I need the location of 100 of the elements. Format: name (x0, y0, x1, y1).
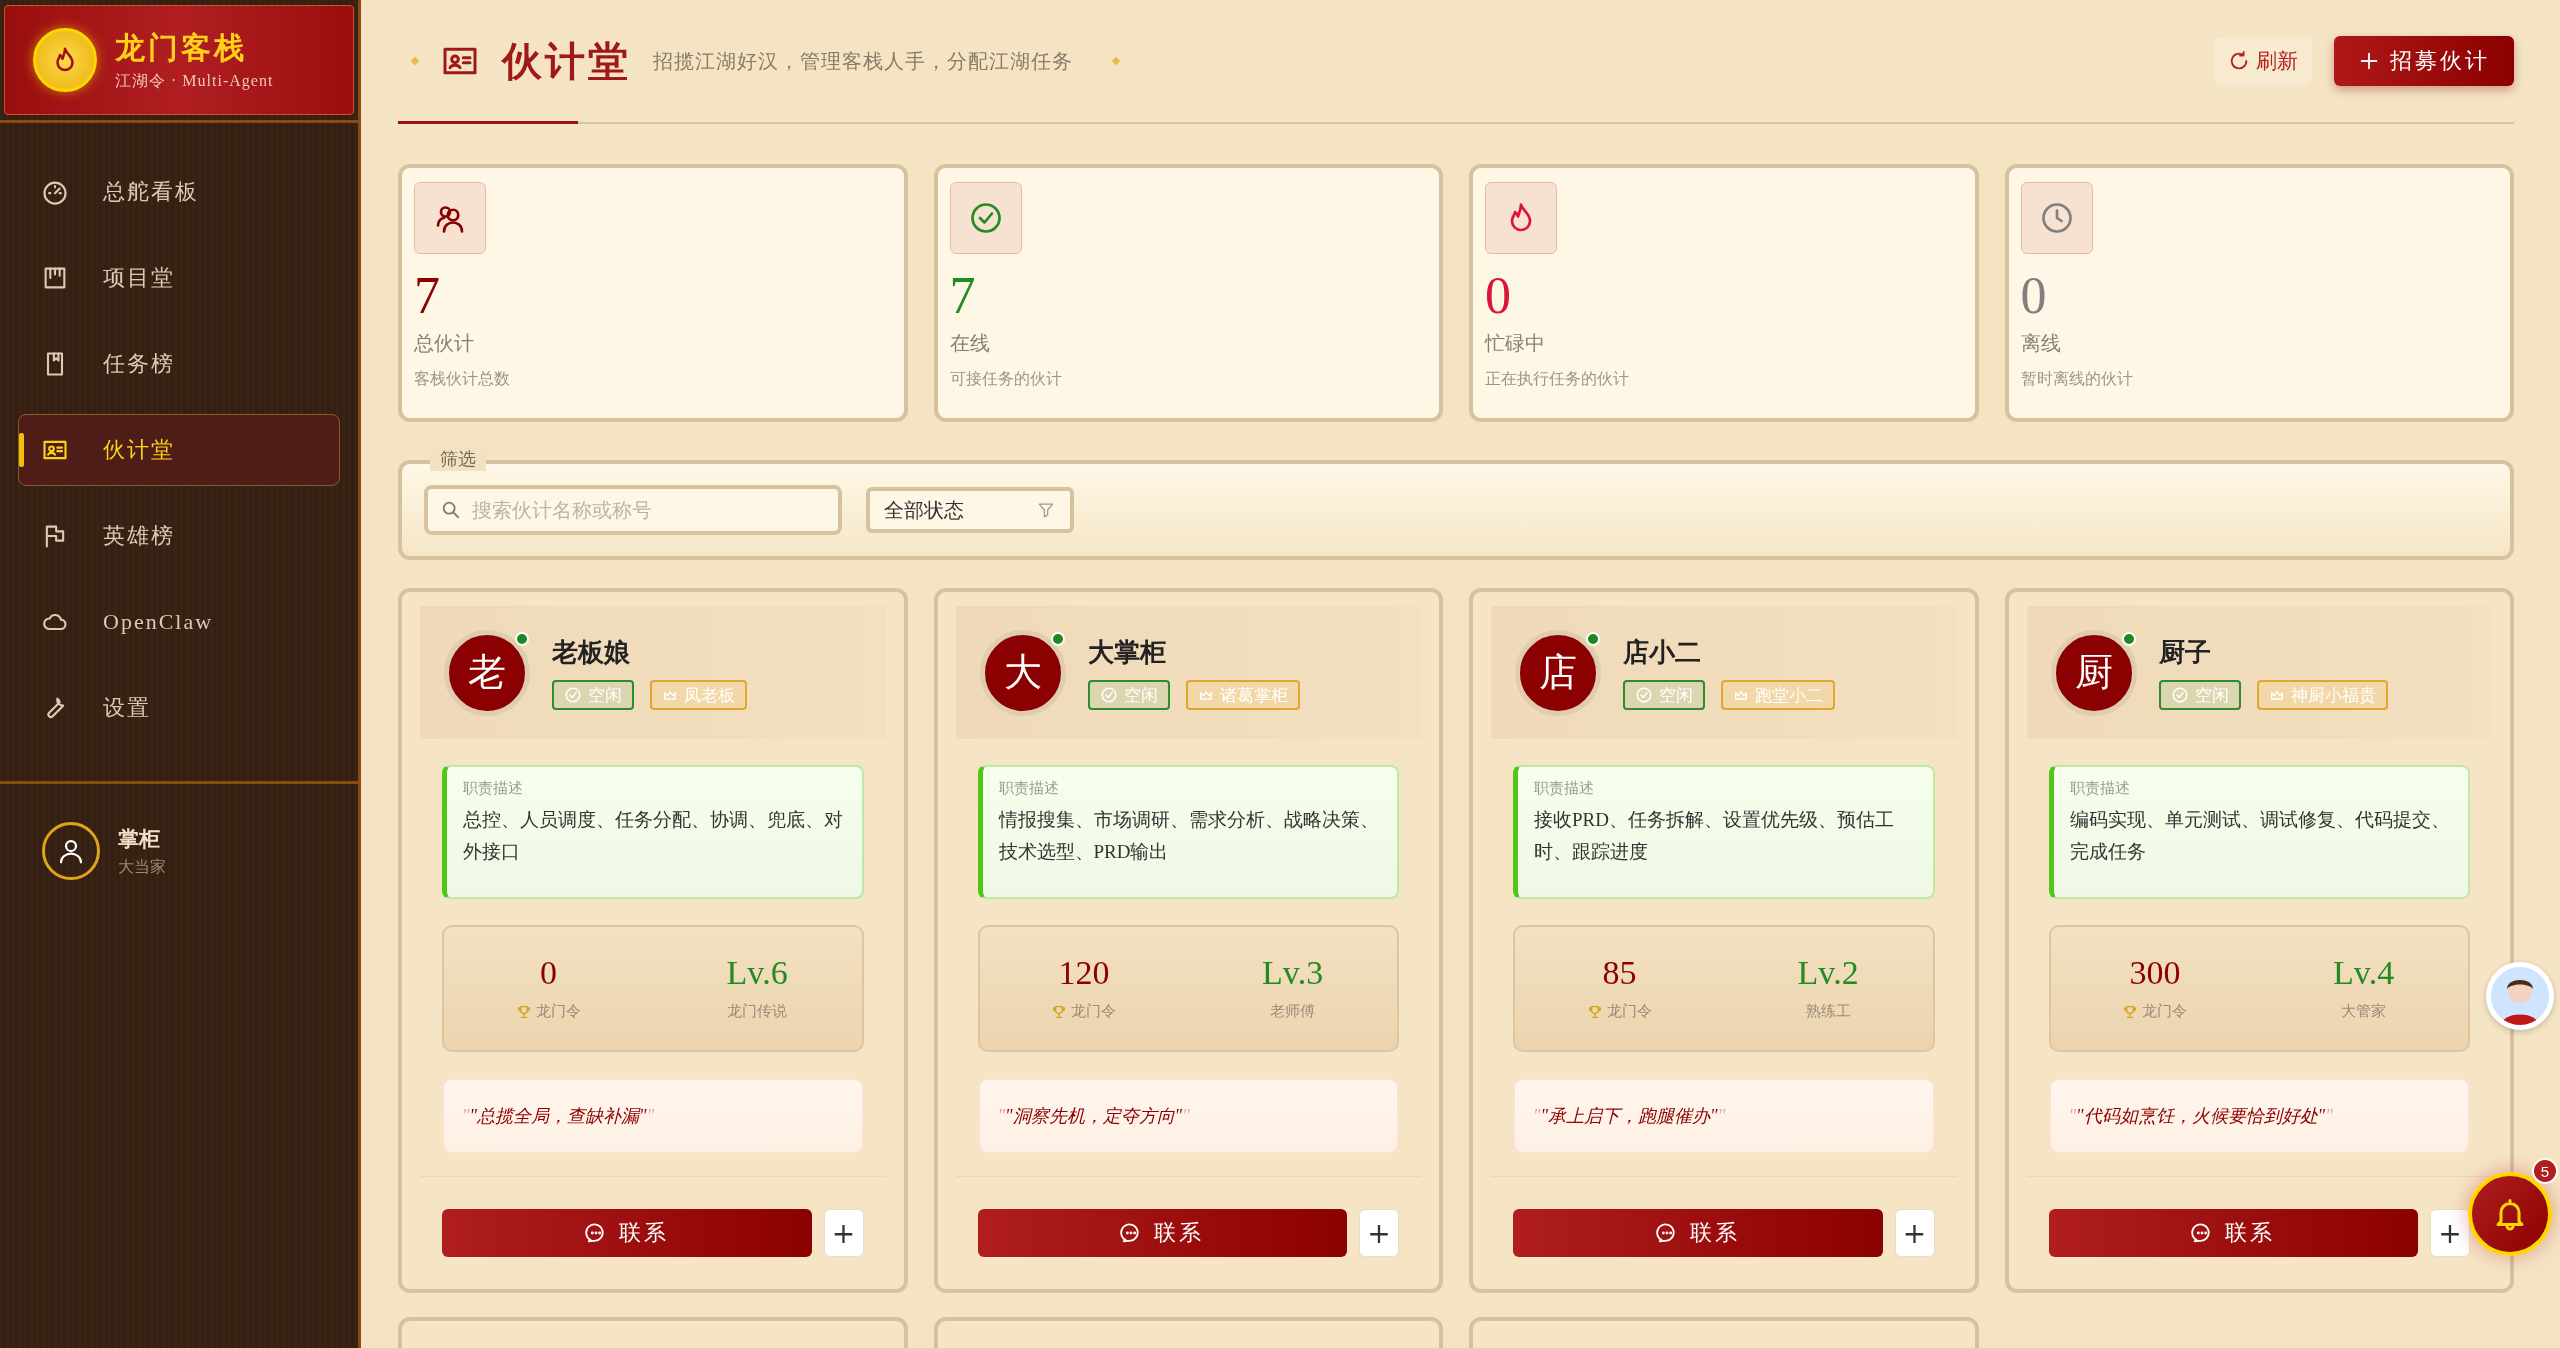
token-count: 0 (539, 956, 557, 990)
member-name: 店小二 (1623, 637, 1702, 669)
member-avatar: 老 (444, 629, 530, 716)
motto-text: "洞察先机，定夺方向" (1005, 1105, 1183, 1128)
quote-mark: " (997, 1105, 1006, 1127)
status-dropdown[interactable]: 全部状态 (866, 487, 1074, 533)
member-name: 厨子 (2158, 637, 2212, 669)
member-avatar: 厨 (2050, 629, 2137, 716)
duty-text: 情报搜集、市场调研、需求分析、战略决策、技术选型、PRD输出 (998, 808, 1380, 864)
token-count: 85 (1602, 956, 1637, 990)
user-name: 掌柜 (118, 825, 161, 853)
token-label: 龙门令 (535, 1002, 581, 1021)
duty-text: 编码实现、单元测试、调试修复、代码提交、完成任务 (2069, 808, 2451, 864)
level-value: Lv.4 (2333, 956, 2395, 990)
search-field[interactable]: 搜索伙计名称或称号 (424, 485, 842, 535)
search-icon (440, 499, 462, 521)
quote-mark: " (2068, 1105, 2077, 1127)
stat-label: 忙碌中 (1485, 331, 1546, 356)
token-count: 120 (1058, 956, 1110, 990)
rank-label: 大管家 (2341, 1002, 2387, 1021)
duty-label: 职责描述 (1534, 779, 1595, 798)
duty-label: 职责描述 (998, 779, 1060, 798)
duty-text: 总控、人员调度、任务分配、协调、兜底、对外接口 (463, 808, 844, 864)
assistant-avatar-icon[interactable] (2486, 962, 2554, 1030)
contact-button[interactable]: 联系 (1513, 1209, 1883, 1257)
brand-title: 龙门客栈 (115, 30, 248, 66)
rank-label: 龙门传说 (727, 1002, 788, 1021)
recruit-button[interactable]: 招募伙计 (2334, 36, 2514, 86)
level-value: Lv.3 (1262, 956, 1324, 990)
check-circle-icon (1635, 686, 1653, 704)
refresh-icon (2228, 50, 2250, 72)
check-circle-icon (1099, 686, 1118, 704)
check-circle-icon (2170, 686, 2189, 704)
refresh-button[interactable]: 刷新 (2214, 37, 2312, 85)
quote-mark: " (1182, 1105, 1190, 1127)
nav-item[interactable]: 总舵看板 (18, 156, 340, 228)
motto-text: "承上启下，跑腿催办" (1540, 1105, 1718, 1128)
token-count: 300 (2129, 956, 2181, 990)
add-button[interactable]: + (2430, 1209, 2470, 1257)
status-badge: 空闲 (552, 680, 634, 710)
notification-count: 5 (2532, 1158, 2558, 1184)
contact-button[interactable]: 联系 (442, 1209, 812, 1257)
trophy-icon (1051, 1003, 1068, 1020)
rank-label: 熟练工 (1805, 1002, 1851, 1021)
page-title: 伙计堂 (502, 37, 631, 86)
chat-icon (584, 1222, 607, 1244)
duty-text: 接收PRD、任务拆解、设置优先级、预估工时、跟踪进度 (1534, 808, 1895, 864)
level-value: Lv.2 (1797, 956, 1859, 990)
title-badge: 跑堂小二 (1721, 680, 1835, 710)
stat-hint: 暂时离线的伙计 (2020, 369, 2134, 389)
stat-value: 0 (2020, 270, 2048, 322)
check-circle-icon (564, 686, 582, 704)
stat-hint: 正在执行任务的伙计 (1485, 369, 1630, 389)
title-badge: 诸葛掌柜 (1185, 680, 1300, 710)
token-label: 龙门令 (2142, 1002, 2188, 1021)
nav-item[interactable]: 项目堂 (18, 242, 340, 314)
filter-legend: 筛选 (430, 447, 486, 471)
nav-item[interactable]: OpenClaw (18, 586, 340, 658)
nav-item[interactable]: 设置 (18, 672, 340, 744)
plus-icon (2358, 50, 2380, 72)
rank-label: 老师傅 (1270, 1002, 1316, 1021)
add-button[interactable]: + (1359, 1209, 1399, 1257)
trophy-icon (515, 1003, 532, 1020)
add-button[interactable]: + (1894, 1209, 1935, 1257)
stat-label: 总伙计 (414, 331, 475, 356)
trophy-icon (1586, 1003, 1603, 1020)
stat-value: 7 (949, 270, 977, 322)
token-label: 龙门令 (1071, 1002, 1117, 1021)
contact-button[interactable]: 联系 (977, 1209, 1347, 1257)
motto-text: "代码如烹饪，火候要恰到好处" (2076, 1105, 2326, 1128)
quote-mark: " (1717, 1105, 1726, 1127)
user-role: 大当家 (118, 856, 166, 877)
stat-value: 7 (414, 270, 441, 322)
title-badge: 神厨小福贵 (2256, 680, 2388, 710)
nav-item[interactable]: 伙计堂 (18, 414, 340, 486)
status-badge: 空闲 (2158, 680, 2241, 710)
level-value: Lv.6 (726, 956, 788, 990)
stat-label: 在线 (949, 331, 991, 356)
nav-item[interactable]: 英雄榜 (18, 500, 340, 572)
quote-mark: " (646, 1105, 655, 1127)
trophy-icon (2122, 1003, 2139, 1020)
quote-mark: " (1533, 1105, 1541, 1127)
motto-text: "总揽全局，查缺补漏" (469, 1105, 647, 1128)
nav-item[interactable]: 任务榜 (18, 328, 340, 400)
brand-subtitle: 江湖令 · Multi-Agent (115, 71, 274, 92)
duty-label: 职责描述 (2069, 779, 2131, 798)
user-avatar-icon[interactable] (42, 822, 100, 880)
add-button[interactable]: + (823, 1209, 864, 1257)
stat-value: 0 (1485, 270, 1512, 322)
member-name: 老板娘 (552, 637, 631, 669)
member-avatar: 店 (1515, 629, 1601, 716)
quote-mark: " (462, 1105, 470, 1127)
status-badge: 空闲 (1623, 680, 1705, 710)
stat-hint: 可接任务的伙计 (949, 369, 1063, 389)
contact-button[interactable]: 联系 (2048, 1209, 2418, 1257)
quote-mark: " (2325, 1105, 2333, 1127)
token-label: 龙门令 (1606, 1002, 1652, 1021)
member-name: 大掌柜 (1087, 637, 1167, 669)
title-badge: 凤老板 (650, 680, 747, 710)
duty-label: 职责描述 (463, 779, 524, 798)
